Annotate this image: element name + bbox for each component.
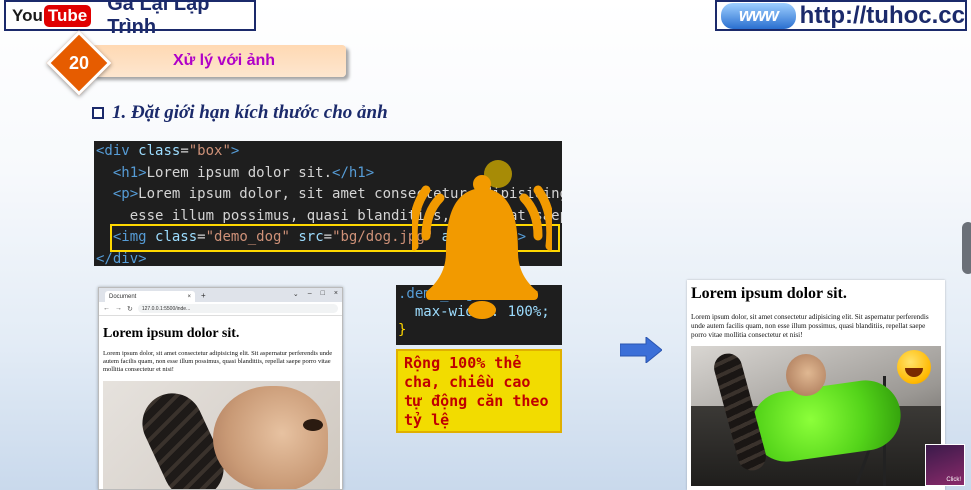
- tab-close-icon[interactable]: ×: [187, 294, 191, 300]
- www-globe-icon: www: [721, 2, 796, 29]
- browser-toolbar: ← → ↻ 127.0.0.1:5500/inde...: [99, 302, 342, 316]
- browser-tab[interactable]: Document ×: [105, 291, 195, 302]
- result-paragraph: Lorem ipsum dolor, sit amet consectetur …: [691, 313, 929, 339]
- checkbox-icon: [92, 107, 104, 119]
- lesson-number: 20: [68, 52, 90, 73]
- site-url-box: www http://tuhoc.cc: [715, 0, 967, 31]
- right-arrow-icon: [620, 337, 662, 363]
- tab-search-icon[interactable]: ⌄: [293, 290, 299, 298]
- browser-page-content: Lorem ipsum dolor sit. Lorem ipsum dolor…: [99, 326, 342, 489]
- page-paragraph: Lorem ipsum dolor, sit amet consectetur …: [103, 350, 333, 373]
- note-text: Rộng 100% thẻ cha, chiều cao tự động căn…: [404, 354, 549, 429]
- channel-corner-badge[interactable]: Click!: [925, 444, 965, 486]
- browser-screenshot: Document × + ⌄ – □ × ← → ↻ 127.0.0.1:550…: [98, 287, 343, 490]
- result-heading: Lorem ipsum dolor sit.: [691, 285, 847, 302]
- bell-icon[interactable]: [412, 160, 552, 320]
- window-controls: ⌄ – □ ×: [293, 290, 338, 298]
- youtube-logo-you: You: [12, 5, 43, 25]
- address-text: 127.0.0.1:5500/inde...: [141, 305, 191, 312]
- site-url: http://tuhoc.cc: [799, 1, 965, 29]
- youtube-logo-tube: Tube: [43, 4, 92, 27]
- dog-face-shape: [213, 386, 328, 489]
- note-box: Rộng 100% thẻ cha, chiều cao tự động căn…: [396, 349, 562, 433]
- browser-tab-strip: Document × + ⌄ – □ ×: [99, 288, 342, 302]
- youtube-logo-icon: You Tube: [12, 4, 92, 27]
- laughing-emoji-icon: [897, 350, 931, 384]
- section-heading: 1. Đặt giới hạn kích thước cho ảnh: [92, 102, 388, 124]
- dog-eye-shape: [303, 419, 323, 431]
- channel-name: Gà Lại Lập Trình: [107, 0, 210, 38]
- dog-face-shape: [786, 354, 826, 396]
- minimize-icon[interactable]: –: [308, 290, 312, 298]
- back-icon[interactable]: ←: [103, 305, 110, 312]
- forward-icon[interactable]: →: [115, 305, 122, 312]
- reload-icon[interactable]: ↻: [127, 305, 133, 313]
- close-icon[interactable]: ×: [334, 290, 338, 298]
- lesson-title: Xử lý với ảnh: [172, 52, 276, 69]
- section-heading-text: 1. Đặt giới hạn kích thước cho ảnh: [112, 102, 388, 123]
- result-page: Lorem ipsum dolor sit. Lorem ipsum dolor…: [687, 280, 945, 490]
- channel-brand-box: You Tube Gà Lại Lập Trình: [4, 0, 256, 38]
- side-panel-handle[interactable]: [962, 222, 971, 274]
- maximize-icon[interactable]: □: [321, 290, 325, 298]
- dog-image-large: [103, 381, 340, 489]
- css-line: }: [398, 322, 407, 338]
- address-bar[interactable]: 127.0.0.1:5500/inde...: [137, 304, 338, 313]
- corner-badge-label: Click!: [946, 477, 961, 483]
- page-heading: Lorem ipsum dolor sit.: [103, 326, 240, 341]
- new-tab-icon[interactable]: +: [201, 291, 206, 300]
- tab-title: Document: [109, 293, 137, 300]
- lesson-title-bar: Xử lý với ảnh: [92, 45, 346, 77]
